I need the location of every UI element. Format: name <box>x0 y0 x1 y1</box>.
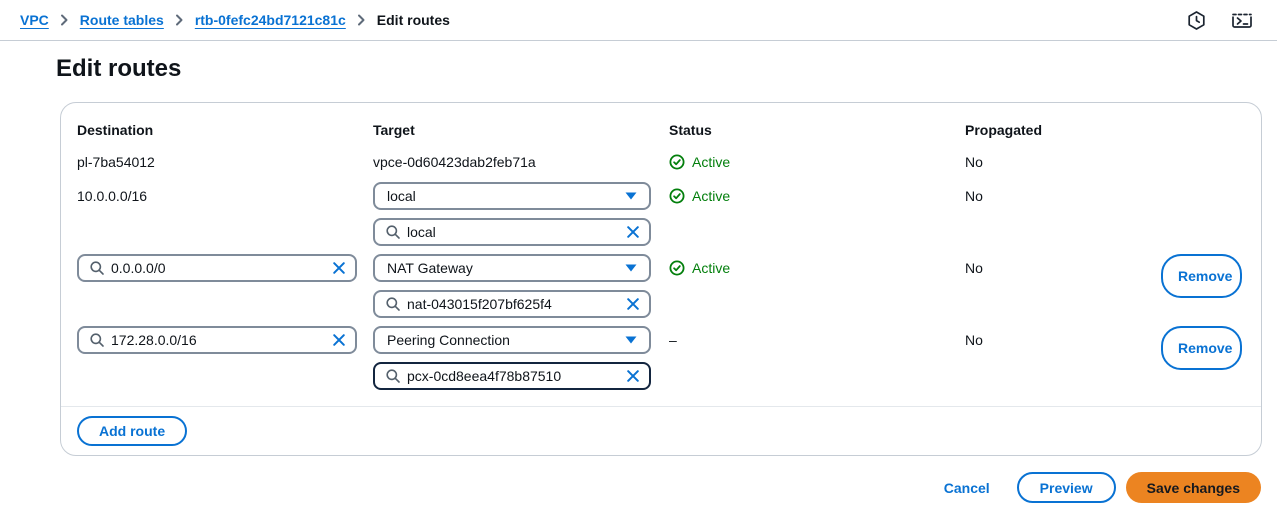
search-icon <box>89 260 105 276</box>
status-active-icon <box>669 154 685 170</box>
target-type-selected: Peering Connection <box>387 332 510 348</box>
chevron-down-icon <box>625 336 637 344</box>
clear-icon[interactable] <box>626 369 640 383</box>
breadcrumb-link-route-table-id[interactable]: rtb-0fefc24bd7121c81c <box>195 12 346 28</box>
clear-icon[interactable] <box>626 225 640 239</box>
breadcrumb-current-page: Edit routes <box>377 12 450 28</box>
edit-routes-card: Destination Target Status Propagated pl-… <box>60 102 1262 456</box>
chevron-down-icon <box>625 192 637 200</box>
target-search-box <box>373 362 651 390</box>
cloudshell-icon[interactable] <box>1231 10 1255 30</box>
target-type-selected: NAT Gateway <box>387 260 473 276</box>
clear-icon[interactable] <box>332 261 346 275</box>
status-label: Active <box>692 152 730 172</box>
target-type-selected: local <box>387 188 416 204</box>
chevron-right-icon <box>175 14 184 26</box>
status-cell: Active <box>669 182 965 210</box>
remove-route-button[interactable]: Remove <box>1161 254 1242 298</box>
table-row: pl-7ba54012 vpce-0d60423dab2feb71a Activ… <box>77 152 1245 172</box>
target-search-input[interactable] <box>407 368 617 384</box>
table-row: 10.0.0.0/16 local <box>77 182 1245 246</box>
search-icon <box>385 224 401 240</box>
status-cell: – <box>669 326 965 354</box>
breadcrumb: VPC Route tables rtb-0fefc24bd7121c81c E… <box>20 12 450 28</box>
clear-icon[interactable] <box>332 333 346 347</box>
target-type-select[interactable]: NAT Gateway <box>373 254 651 282</box>
destination-value: pl-7ba54012 <box>77 152 373 172</box>
status-label: Active <box>692 254 730 282</box>
destination-input[interactable] <box>111 260 323 276</box>
destination-search-box <box>77 254 357 282</box>
table-row: Peering Connection – No Remove <box>77 326 1245 390</box>
column-header-destination: Destination <box>77 122 373 138</box>
topbar-icons <box>1186 10 1255 31</box>
destination-input[interactable] <box>111 332 323 348</box>
breadcrumb-link-vpc[interactable]: VPC <box>20 12 49 28</box>
status-cell: Active <box>669 152 965 172</box>
page-title: Edit routes <box>56 55 1277 83</box>
chevron-right-icon <box>357 14 366 26</box>
search-icon <box>89 332 105 348</box>
status-label: Active <box>692 182 730 210</box>
chevron-right-icon <box>60 14 69 26</box>
table-header-row: Destination Target Status Propagated <box>77 122 1245 138</box>
page-actions: Cancel Preview Save changes <box>0 472 1261 503</box>
card-footer: Add route <box>61 406 1261 455</box>
propagated-value: No <box>965 182 1161 210</box>
destination-value: 10.0.0.0/16 <box>77 182 373 210</box>
save-changes-button[interactable]: Save changes <box>1126 472 1261 503</box>
target-search-input[interactable] <box>407 224 617 240</box>
add-route-button[interactable]: Add route <box>77 416 187 446</box>
search-icon <box>385 296 401 312</box>
destination-search-box <box>77 326 357 354</box>
cancel-button[interactable]: Cancel <box>944 480 990 496</box>
preview-button[interactable]: Preview <box>1017 472 1116 503</box>
remove-route-button[interactable]: Remove <box>1161 326 1242 370</box>
clear-icon[interactable] <box>626 297 640 311</box>
target-search-box <box>373 290 651 318</box>
column-header-propagated: Propagated <box>965 122 1161 138</box>
column-header-target: Target <box>373 122 669 138</box>
column-header-status: Status <box>669 122 965 138</box>
history-icon[interactable] <box>1186 10 1207 31</box>
status-cell: Active <box>669 254 965 282</box>
propagated-value: No <box>965 254 1161 282</box>
target-type-select[interactable]: Peering Connection <box>373 326 651 354</box>
status-active-icon <box>669 188 685 204</box>
table-row: NAT Gateway <box>77 254 1245 318</box>
target-search-box <box>373 218 651 246</box>
breadcrumb-link-route-tables[interactable]: Route tables <box>80 12 164 28</box>
status-active-icon <box>669 260 685 276</box>
target-type-select[interactable]: local <box>373 182 651 210</box>
search-icon <box>385 368 401 384</box>
top-navigation-bar: VPC Route tables rtb-0fefc24bd7121c81c E… <box>0 0 1277 41</box>
propagated-value: No <box>965 152 1161 172</box>
propagated-value: No <box>965 326 1161 354</box>
target-value: vpce-0d60423dab2feb71a <box>373 152 669 172</box>
target-search-input[interactable] <box>407 296 617 312</box>
chevron-down-icon <box>625 264 637 272</box>
